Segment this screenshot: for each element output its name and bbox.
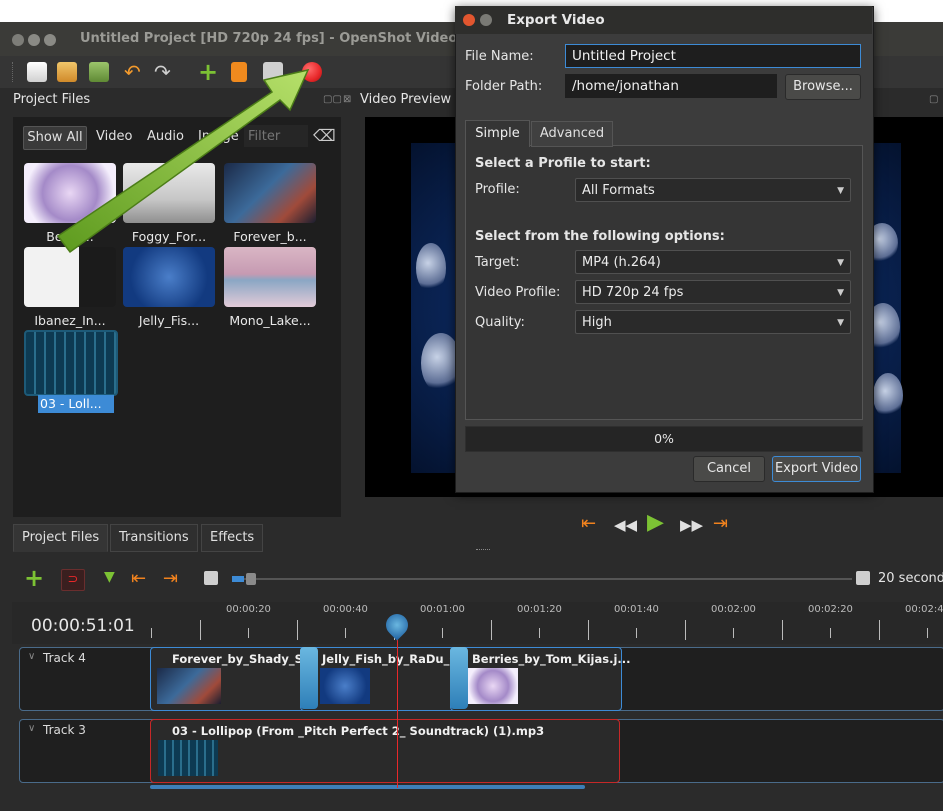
annotation-arrow <box>56 68 310 254</box>
